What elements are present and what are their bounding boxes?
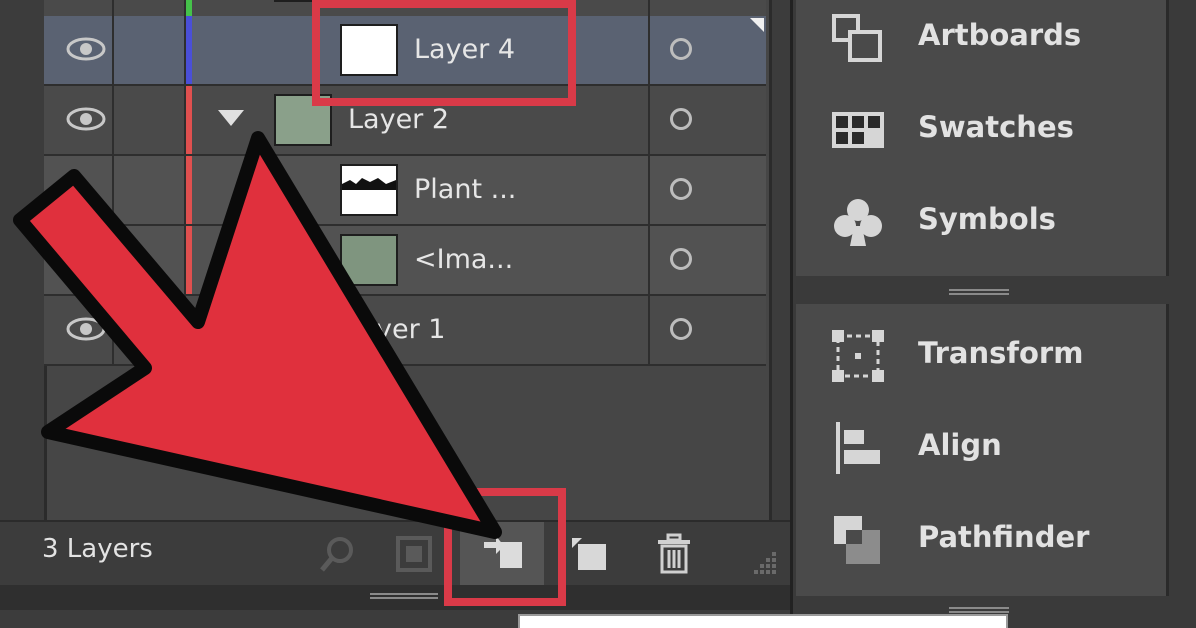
dock-label: Transform [918, 336, 1084, 370]
target-circle-icon[interactable] [670, 248, 692, 270]
dock-item-swatches[interactable]: Swatches [796, 84, 1166, 176]
align-icon [836, 422, 880, 474]
dock-item-artboards[interactable]: Artboards [796, 0, 1166, 84]
transform-icon [832, 330, 884, 382]
pathfinder-icon [834, 516, 880, 564]
dock-label: Symbols [918, 202, 1056, 236]
new-layer-icon[interactable] [568, 532, 612, 576]
target-circle-icon[interactable] [670, 38, 692, 60]
dock-item-symbols[interactable]: Symbols [796, 176, 1166, 268]
dock-item-align[interactable]: Align [796, 402, 1166, 494]
artboards-icon [832, 14, 882, 62]
selected-corner-icon [750, 18, 764, 32]
dock-item-pathfinder[interactable]: Pathfinder [796, 494, 1166, 586]
dock-group-1: Artboards Swatches Symbols [796, 0, 1169, 276]
tooltip-edge [518, 614, 1008, 628]
panel-drag-grip[interactable] [370, 592, 438, 602]
target-circle-icon[interactable] [670, 318, 692, 340]
dock-label: Artboards [918, 18, 1082, 52]
annotation-arrow-icon [13, 131, 502, 539]
swatches-icon [832, 112, 884, 148]
panel-dock: Artboards Swatches Symbols Transform Ali… [790, 0, 1196, 628]
target-circle-icon[interactable] [670, 108, 692, 130]
resize-grip-icon[interactable] [744, 548, 780, 578]
symbols-icon [834, 199, 882, 246]
dock-item-transform[interactable]: Transform [796, 310, 1166, 402]
dock-group-grip[interactable] [949, 288, 1009, 298]
dock-label: Swatches [918, 110, 1074, 144]
dock-label: Align [918, 428, 1002, 462]
dock-label: Pathfinder [918, 520, 1090, 554]
dock-group-2: Transform Align Pathfinder [796, 304, 1169, 596]
target-circle-icon[interactable] [670, 178, 692, 200]
delete-trash-icon[interactable] [652, 532, 696, 576]
